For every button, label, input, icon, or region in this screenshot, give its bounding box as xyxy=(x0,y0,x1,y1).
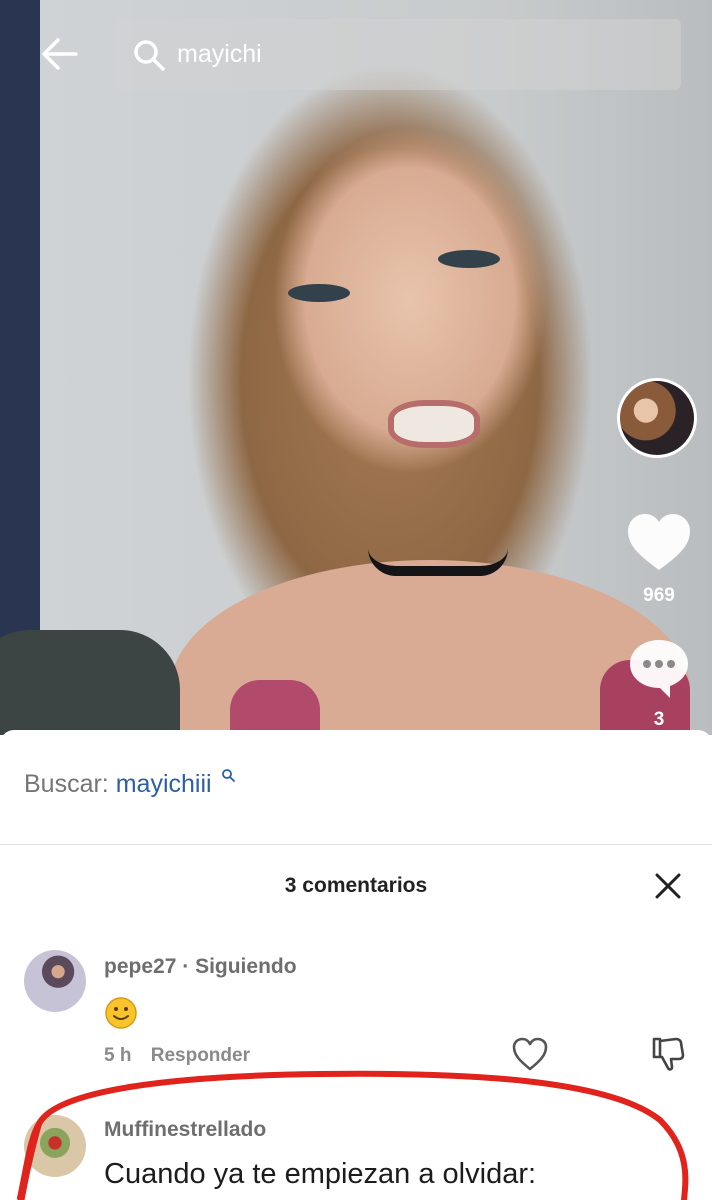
comment-username[interactable]: Muffinestrellado xyxy=(104,1118,266,1142)
comment-separator: · xyxy=(182,955,190,978)
search-query-text: mayichi xyxy=(177,40,262,68)
comment-time: 5 h xyxy=(104,1045,132,1066)
search-field[interactable]: mayichi xyxy=(115,19,681,90)
comment-avatar[interactable] xyxy=(24,1115,86,1177)
comment-bubble-icon xyxy=(630,640,688,698)
comment-meta: 5 h Responder xyxy=(104,1045,250,1067)
comment-count: 3 xyxy=(653,709,665,730)
video-eye-right xyxy=(438,250,500,268)
reply-button[interactable]: Responder xyxy=(151,1045,250,1066)
video-mouth xyxy=(388,400,480,448)
comment-like-button[interactable] xyxy=(511,1036,549,1072)
creator-avatar-image xyxy=(620,381,694,455)
search-icon xyxy=(131,37,167,73)
comment-avatar[interactable] xyxy=(24,950,86,1012)
video-figure-garment xyxy=(230,680,320,735)
video-microphone xyxy=(0,630,180,735)
search-icon xyxy=(221,769,235,782)
top-bar: mayichi xyxy=(0,0,712,100)
video-background[interactable] xyxy=(0,0,712,735)
heart-outline-icon xyxy=(512,1037,548,1071)
comment-dislike-button[interactable] xyxy=(650,1035,686,1073)
video-eye-left xyxy=(288,284,350,302)
search-suggestion-term[interactable]: mayichiii xyxy=(116,770,212,798)
like-button[interactable] xyxy=(626,512,692,578)
comments-sheet: Buscar: mayichiii 3 comentarios pepe27 ·… xyxy=(0,730,712,1200)
search-suggestion-prefix: Buscar: xyxy=(24,770,109,798)
comment-button[interactable] xyxy=(626,636,692,702)
divider xyxy=(0,844,712,845)
comment-username-line: pepe27 · Siguiendo xyxy=(104,955,297,979)
dislike-icon xyxy=(652,1037,685,1071)
back-button[interactable] xyxy=(38,32,82,76)
comment-username[interactable]: pepe27 xyxy=(104,955,176,978)
comment-text: Cuando ya te empiezan a olvidar: xyxy=(104,1158,537,1190)
creator-avatar[interactable] xyxy=(617,378,697,458)
comments-title: 3 comentarios xyxy=(284,874,428,897)
search-suggestion[interactable]: Buscar: mayichiii xyxy=(24,769,235,799)
video-choker xyxy=(368,548,508,576)
following-status: Siguiendo xyxy=(195,955,297,978)
heart-icon xyxy=(628,514,690,570)
back-arrow-icon xyxy=(42,38,78,70)
like-count: 969 xyxy=(643,585,675,606)
close-icon xyxy=(655,873,681,899)
close-button[interactable] xyxy=(652,870,684,902)
smiley-emoji-icon xyxy=(105,997,137,1029)
